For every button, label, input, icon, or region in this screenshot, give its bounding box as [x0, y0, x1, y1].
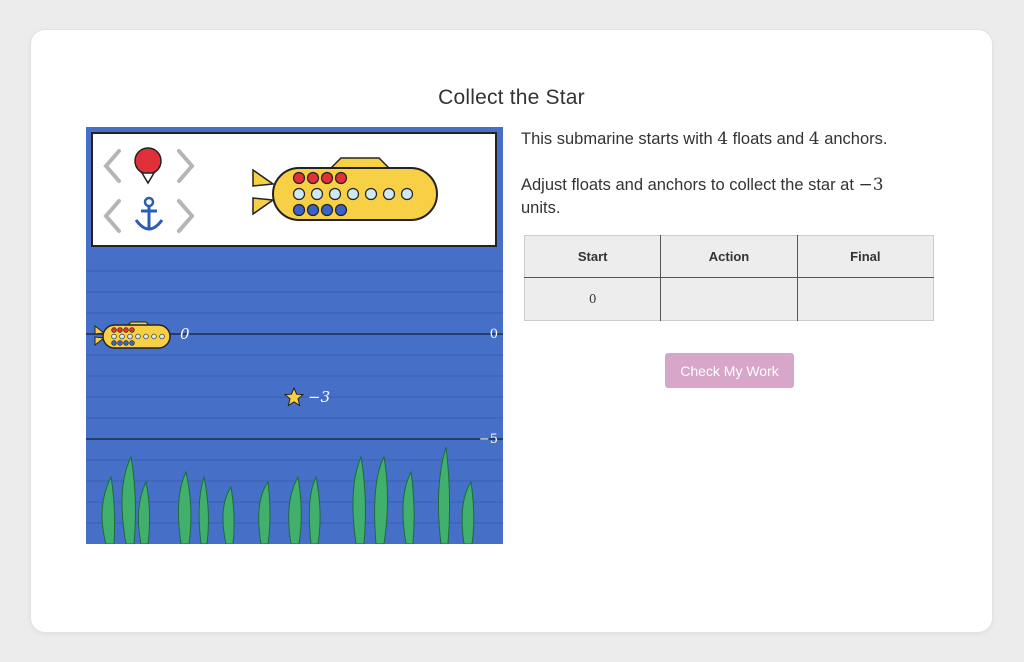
- table-header-final: Final: [797, 235, 934, 278]
- anchor-count: 4: [808, 129, 820, 149]
- anchor-increase-button[interactable]: [175, 198, 197, 234]
- submarine-icon[interactable]: [94, 321, 172, 349]
- star-icon: [284, 387, 304, 407]
- control-panel: [91, 132, 497, 247]
- float-decrease-button[interactable]: [101, 148, 123, 184]
- float-count: 4: [717, 129, 729, 149]
- start-value-cell: 0: [524, 277, 662, 321]
- check-my-work-button[interactable]: Check My Work: [665, 353, 794, 388]
- target-depth: −3: [858, 175, 884, 195]
- submarine-depth-label: 0: [180, 325, 190, 343]
- prompt-line-1: This submarine starts with 4 floats and …: [521, 129, 888, 149]
- table-header-start: Start: [524, 235, 662, 278]
- star-depth-label: −3: [308, 388, 331, 406]
- seaweed: [101, 446, 475, 544]
- prompt-line-2: Adjust floats and anchors to collect the…: [521, 175, 884, 217]
- action-table: Start Action Final 0: [524, 235, 934, 321]
- axis-label-zero: 0: [489, 327, 498, 342]
- action-cell[interactable]: [660, 277, 798, 321]
- anchor-icon: [134, 196, 164, 231]
- float-buoy-icon: [134, 147, 162, 185]
- submarine-preview-icon: [252, 157, 438, 221]
- final-value-cell[interactable]: [797, 278, 933, 321]
- table-row: 0: [524, 277, 934, 321]
- axis-label-minus-five: −5: [478, 432, 498, 447]
- page-title: Collect the Star: [438, 86, 585, 109]
- float-increase-button[interactable]: [175, 148, 197, 184]
- table-header-action: Action: [660, 235, 798, 278]
- submarine-scene: 0 −3 0 −5: [86, 127, 503, 544]
- anchor-decrease-button[interactable]: [101, 198, 123, 234]
